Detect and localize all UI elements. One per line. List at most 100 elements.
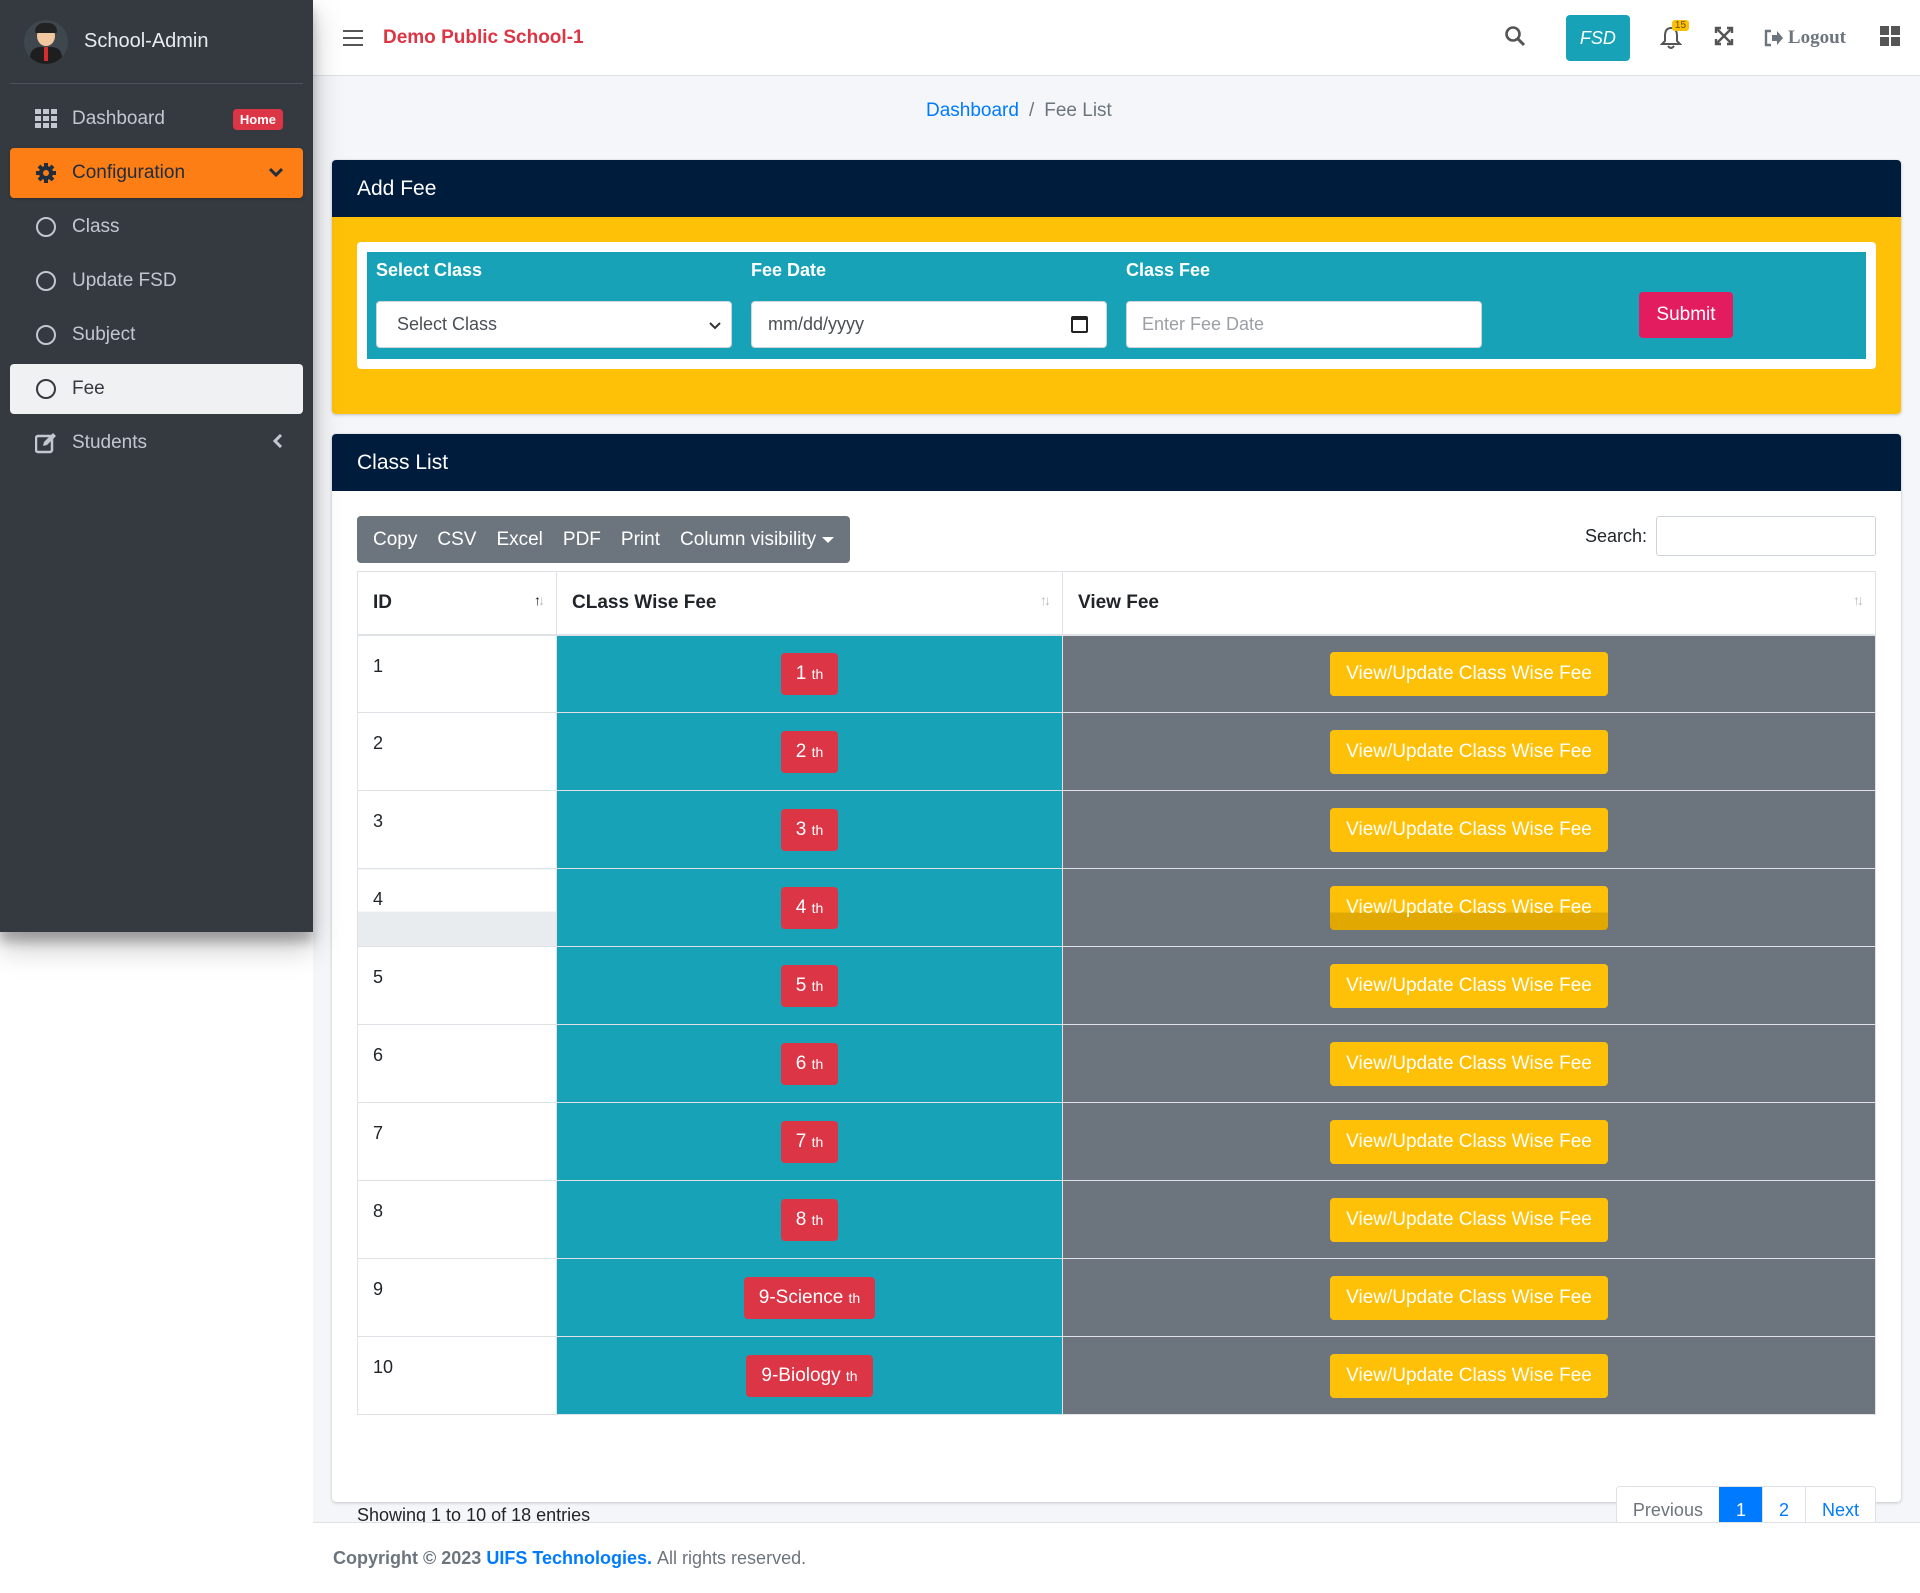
row-id: 4 xyxy=(357,868,557,947)
class-list-title: Class List xyxy=(332,434,1901,491)
table-search: Search: xyxy=(1585,516,1876,556)
sidebar-item-class[interactable]: Class xyxy=(10,202,303,252)
table-row: 3 3 th View/Update Class Wise Fee xyxy=(357,790,1876,869)
row-id: 3 xyxy=(357,790,557,869)
sidebar-item-label: Dashboard xyxy=(72,108,165,129)
table-row: 6 6 th View/Update Class Wise Fee xyxy=(357,1024,1876,1103)
sidebar-item-subject[interactable]: Subject xyxy=(10,310,303,360)
sidebar-item-students[interactable]: Students xyxy=(10,418,303,468)
row-id: 6 xyxy=(357,1024,557,1103)
table-row: 9 9-Science th View/Update Class Wise Fe… xyxy=(357,1258,1876,1337)
view-update-fee-button[interactable]: View/Update Class Wise Fee xyxy=(1330,1041,1608,1086)
view-update-fee-button[interactable]: View/Update Class Wise Fee xyxy=(1330,651,1608,696)
fee-date-label: Fee Date xyxy=(751,260,827,280)
row-id: 5 xyxy=(357,946,557,1025)
column-visibility-button[interactable]: Column visibility xyxy=(670,516,844,563)
table-row: 7 7 th View/Update Class Wise Fee xyxy=(357,1102,1876,1181)
view-update-fee-button[interactable]: View/Update Class Wise Fee xyxy=(1330,1119,1608,1164)
view-update-fee-button[interactable]: View/Update Class Wise Fee xyxy=(1330,729,1608,774)
logout-label: Logout xyxy=(1787,27,1846,48)
sidebar-item-configuration[interactable]: Configuration xyxy=(10,148,303,198)
search-icon[interactable] xyxy=(1504,25,1526,52)
csv-button[interactable]: CSV xyxy=(427,516,486,563)
class-badge[interactable]: 6 th xyxy=(780,1042,839,1085)
sign-out-icon xyxy=(1764,29,1783,47)
fee-date-input[interactable]: mm/dd/yyyy xyxy=(751,301,1107,348)
fullscreen-icon[interactable] xyxy=(1714,26,1734,51)
view-update-fee-button[interactable]: View/Update Class Wise Fee xyxy=(1330,807,1608,852)
sort-icon: ↑↓ xyxy=(1040,592,1051,608)
class-list-card: Class List Copy CSV Excel PDF Print Colu… xyxy=(332,434,1901,1534)
sidebar-item-label: Students xyxy=(72,432,147,453)
sidebar-item-dashboard[interactable]: Dashboard Home xyxy=(10,94,303,144)
class-badge[interactable]: 3 th xyxy=(780,808,839,851)
excel-button[interactable]: Excel xyxy=(486,516,552,563)
company-link[interactable]: UIFS Technologies. xyxy=(486,1548,652,1569)
brand-title: School-Admin xyxy=(84,30,209,52)
row-id: 9 xyxy=(357,1258,557,1337)
view-update-fee-button[interactable]: View/Update Class Wise Fee xyxy=(1330,885,1608,930)
notification-badge: 15 xyxy=(1671,20,1690,31)
print-button[interactable]: Print xyxy=(611,516,670,563)
sort-icon: ↑↓ xyxy=(1853,592,1864,608)
grid-icon xyxy=(34,107,58,131)
class-badge[interactable]: 9-Science th xyxy=(743,1276,876,1319)
fsd-button[interactable]: FSD xyxy=(1565,15,1630,61)
avatar xyxy=(24,19,68,64)
sidebar-below-area xyxy=(0,932,313,1593)
school-name: Demo Public School-1 xyxy=(383,26,584,48)
column-header-view-fee[interactable]: View Fee ↑↓ xyxy=(1062,571,1876,636)
table-row: 8 8 th View/Update Class Wise Fee xyxy=(357,1180,1876,1259)
sidebar-item-update-fsd[interactable]: Update FSD xyxy=(10,256,303,306)
select-class-dropdown[interactable]: Select Class xyxy=(376,301,732,348)
row-id: 8 xyxy=(357,1180,557,1259)
search-input[interactable] xyxy=(1656,516,1876,556)
bell-icon xyxy=(1659,26,1683,54)
view-update-fee-button[interactable]: View/Update Class Wise Fee xyxy=(1330,1197,1608,1242)
table-row: 5 5 th View/Update Class Wise Fee xyxy=(357,946,1876,1025)
breadcrumb-current: Fee List xyxy=(1044,100,1112,121)
class-fee-input[interactable]: Enter Fee Date xyxy=(1126,301,1482,348)
row-id: 1 xyxy=(357,634,557,713)
logout-button[interactable]: Logout xyxy=(1764,27,1846,49)
class-badge[interactable]: 5 th xyxy=(780,964,839,1007)
sidebar-item-label: Fee xyxy=(72,378,105,399)
pdf-button[interactable]: PDF xyxy=(553,516,611,563)
table-row: 1 1 th View/Update Class Wise Fee xyxy=(357,634,1876,713)
calendar-icon[interactable] xyxy=(1071,316,1088,333)
menu-icon[interactable] xyxy=(343,29,363,46)
view-update-fee-button[interactable]: View/Update Class Wise Fee xyxy=(1330,1275,1608,1320)
select-class-label: Select Class xyxy=(376,260,483,280)
circle-icon xyxy=(34,215,58,239)
apps-grid-icon[interactable] xyxy=(1880,25,1900,51)
class-badge[interactable]: 2 th xyxy=(780,730,839,773)
add-fee-form: Select Class Select Class Fee Date mm/dd… xyxy=(357,242,1876,369)
copy-button[interactable]: Copy xyxy=(363,516,427,563)
table-row: 10 9-Biology th View/Update Class Wise F… xyxy=(357,1336,1876,1415)
circle-icon xyxy=(34,323,58,347)
export-toolbar: Copy CSV Excel PDF Print Column visibili… xyxy=(357,516,851,563)
chevron-left-icon xyxy=(272,433,283,453)
notifications[interactable]: 15 xyxy=(1659,20,1690,50)
top-right-controls: FSD 15 Logout xyxy=(1504,0,1920,76)
brand[interactable]: School-Admin xyxy=(10,0,303,84)
class-badge[interactable]: 7 th xyxy=(780,1120,839,1163)
class-badge[interactable]: 1 th xyxy=(780,652,839,695)
sidebar-nav: Dashboard Home Configuration Class Updat… xyxy=(0,84,313,482)
top-navbar: Demo Public School-1 FSD 15 Logout xyxy=(313,0,1920,76)
view-update-fee-button[interactable]: View/Update Class Wise Fee xyxy=(1330,1353,1608,1398)
row-id: 2 xyxy=(357,712,557,791)
column-header-class-wise-fee[interactable]: CLass Wise Fee ↑↓ xyxy=(556,571,1063,636)
sidebar-item-label: Update FSD xyxy=(72,270,177,291)
column-header-id[interactable]: ID ↑↓ xyxy=(357,571,557,636)
view-update-fee-button[interactable]: View/Update Class Wise Fee xyxy=(1330,963,1608,1008)
circle-icon xyxy=(34,377,58,401)
class-badge[interactable]: 4 th xyxy=(780,886,839,929)
class-badge[interactable]: 9-Biology th xyxy=(746,1354,873,1397)
submit-button[interactable]: Submit xyxy=(1639,292,1733,338)
rights-text: All rights reserved. xyxy=(657,1547,807,1568)
class-badge[interactable]: 8 th xyxy=(780,1198,839,1241)
sidebar-item-fee[interactable]: Fee xyxy=(10,364,303,414)
breadcrumb-dashboard-link[interactable]: Dashboard xyxy=(926,100,1019,121)
breadcrumb: Dashboard / Fee List xyxy=(926,100,1112,121)
